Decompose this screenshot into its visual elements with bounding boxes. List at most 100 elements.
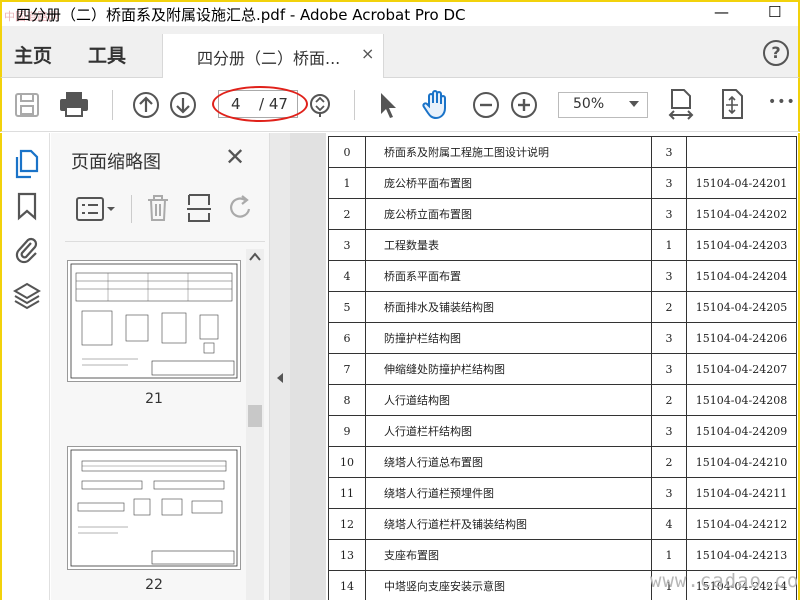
previous-page-icon[interactable] xyxy=(132,91,160,119)
tab-close-button[interactable]: × xyxy=(361,44,374,63)
sheet-count: 3 xyxy=(651,198,687,230)
drawing-code: 15104-04-24207 xyxy=(686,353,797,385)
pdf-page: 0 桥面系及附属工程施工图设计说明 3 1 庞公桥平面布置图 3 15104-04-2420… xyxy=(326,133,798,600)
thumbnail-drawing xyxy=(70,449,238,567)
drawing-name: 绕塔人行道总布置图 xyxy=(365,446,652,478)
toolbar: 4 / 47 50% ••• xyxy=(0,78,800,132)
row-number: 11 xyxy=(328,477,366,509)
table-row: 5 桥面排水及铺装结构图 2 15104-04-24205 xyxy=(328,291,797,323)
layers-icon[interactable] xyxy=(13,281,41,311)
row-number: 3 xyxy=(328,229,366,261)
row-number: 4 xyxy=(328,260,366,292)
table-row: 10 绕塔人行道总布置图 2 15104-04-24210 xyxy=(328,446,797,478)
sheet-count: 3 xyxy=(651,415,687,447)
page-thumbnails-panel: 页面缩略图 ✕ 21 22 xyxy=(51,133,270,600)
drawing-code xyxy=(686,136,797,168)
sheet-count: 1 xyxy=(651,229,687,261)
drawing-code: 15104-04-24206 xyxy=(686,322,797,354)
table-row: 13 支座布置图 1 15104-04-24213 xyxy=(328,539,797,571)
page-fit-icon[interactable] xyxy=(308,92,332,118)
drawing-code: 15104-04-24210 xyxy=(686,446,797,478)
row-number: 12 xyxy=(328,508,366,540)
attachment-icon[interactable] xyxy=(13,235,41,265)
drawing-name: 庞公桥平面布置图 xyxy=(365,167,652,199)
thumbnail-options-icon[interactable] xyxy=(75,195,115,223)
watermark-bottom: www.cadao.com xyxy=(650,570,800,592)
sheet-count: 3 xyxy=(651,322,687,354)
drawing-name: 绕塔人行道栏预埋件图 xyxy=(365,477,652,509)
table-row: 11 绕塔人行道栏预埋件图 3 15104-04-24211 xyxy=(328,477,797,509)
zoom-in-icon[interactable] xyxy=(510,91,538,119)
chevron-down-icon xyxy=(629,101,639,107)
table-row: 0 桥面系及附属工程施工图设计说明 3 xyxy=(328,136,797,168)
drawing-name: 人行道栏杆结构图 xyxy=(365,415,652,447)
row-number: 5 xyxy=(328,291,366,323)
next-page-icon[interactable] xyxy=(169,91,197,119)
row-number: 13 xyxy=(328,539,366,571)
sheet-count: 3 xyxy=(651,167,687,199)
sheet-count: 1 xyxy=(651,539,687,571)
thumbnail-page-number: 22 xyxy=(145,577,163,593)
thumbnail-drawing xyxy=(70,263,238,379)
sheet-count: 2 xyxy=(651,291,687,323)
print-icon[interactable] xyxy=(58,90,90,118)
document-view[interactable]: 0 桥面系及附属工程施工图设计说明 3 1 庞公桥平面布置图 3 15104-04-2420… xyxy=(290,133,800,600)
row-number: 8 xyxy=(328,384,366,416)
minimize-button[interactable]: — xyxy=(714,3,729,21)
full-screen-icon[interactable] xyxy=(718,88,746,120)
bookmark-icon[interactable] xyxy=(13,191,41,221)
row-number: 0 xyxy=(328,136,366,168)
drawing-name: 中塔竖向支座安装示意图 xyxy=(365,570,652,600)
hand-tool-icon[interactable] xyxy=(420,88,452,120)
tab-document-label: 四分册（二）桥面... xyxy=(197,49,341,68)
help-icon[interactable]: ? xyxy=(763,40,789,66)
sheet-count: 2 xyxy=(651,384,687,416)
scroll-up-icon[interactable] xyxy=(248,251,262,263)
thumbnail-page-number: 21 xyxy=(145,391,163,407)
drawing-code: 15104-04-24213 xyxy=(686,539,797,571)
tab-home[interactable]: 主页 xyxy=(14,41,52,68)
panel-separator xyxy=(131,195,132,223)
row-number: 2 xyxy=(328,198,366,230)
more-tools-icon[interactable]: ••• xyxy=(768,94,796,110)
panel-close-button[interactable]: ✕ xyxy=(225,143,245,171)
maximize-button[interactable]: ☐ xyxy=(768,3,781,21)
tab-tools[interactable]: 工具 xyxy=(88,41,126,68)
drawing-name: 庞公桥立面布置图 xyxy=(365,198,652,230)
save-icon[interactable] xyxy=(14,92,40,118)
drawing-code: 15104-04-24205 xyxy=(686,291,797,323)
scrollbar-thumb[interactable] xyxy=(248,405,262,427)
panel-divider xyxy=(65,241,265,242)
table-row: 6 防撞护栏结构图 3 15104-04-24206 xyxy=(328,322,797,354)
panel-title: 页面缩略图 xyxy=(71,152,161,173)
tab-document[interactable]: 四分册（二）桥面... × xyxy=(162,34,384,78)
table-row: 2 庞公桥立面布置图 3 15104-04-24202 xyxy=(328,198,797,230)
drawing-code: 15104-04-24208 xyxy=(686,384,797,416)
drawing-index-table: 0 桥面系及附属工程施工图设计说明 3 1 庞公桥平面布置图 3 15104-04-2420… xyxy=(328,136,797,600)
fit-width-icon[interactable] xyxy=(668,88,694,122)
drawing-name: 支座布置图 xyxy=(365,539,652,571)
page-thumbnails-icon[interactable] xyxy=(13,149,41,179)
sheet-count: 3 xyxy=(651,353,687,385)
delete-page-icon[interactable] xyxy=(145,193,171,223)
table-row: 12 绕塔人行道栏杆及铺装结构图 4 15104-04-24212 xyxy=(328,508,797,540)
table-row: 7 伸缩缝处防撞护栏结构图 3 15104-04-24207 xyxy=(328,353,797,385)
select-cursor-icon[interactable] xyxy=(376,90,400,120)
drawing-name: 工程数量表 xyxy=(365,229,652,261)
panel-collapse-handle[interactable] xyxy=(270,133,290,600)
page-thumbnail-22[interactable] xyxy=(67,446,241,570)
table-row: 8 人行道结构图 2 15104-04-24208 xyxy=(328,384,797,416)
window-title: 四分册（二）桥面系及附属设施汇总.pdf - Adobe Acrobat Pro… xyxy=(16,6,466,24)
toolbar-separator xyxy=(112,90,113,120)
table-row: 4 桥面系平面布置 3 15104-04-24204 xyxy=(328,260,797,292)
rotate-icon[interactable] xyxy=(227,193,255,223)
table-row: 1 庞公桥平面布置图 3 15104-04-24201 xyxy=(328,167,797,199)
insert-page-icon[interactable] xyxy=(185,193,213,223)
row-number: 7 xyxy=(328,353,366,385)
zoom-out-icon[interactable] xyxy=(472,91,500,119)
zoom-dropdown[interactable]: 50% xyxy=(558,92,648,118)
page-thumbnail-21[interactable] xyxy=(67,260,241,382)
drawing-name: 绕塔人行道栏杆及铺装结构图 xyxy=(365,508,652,540)
drawing-name: 人行道结构图 xyxy=(365,384,652,416)
collapse-arrow-icon xyxy=(277,373,283,383)
